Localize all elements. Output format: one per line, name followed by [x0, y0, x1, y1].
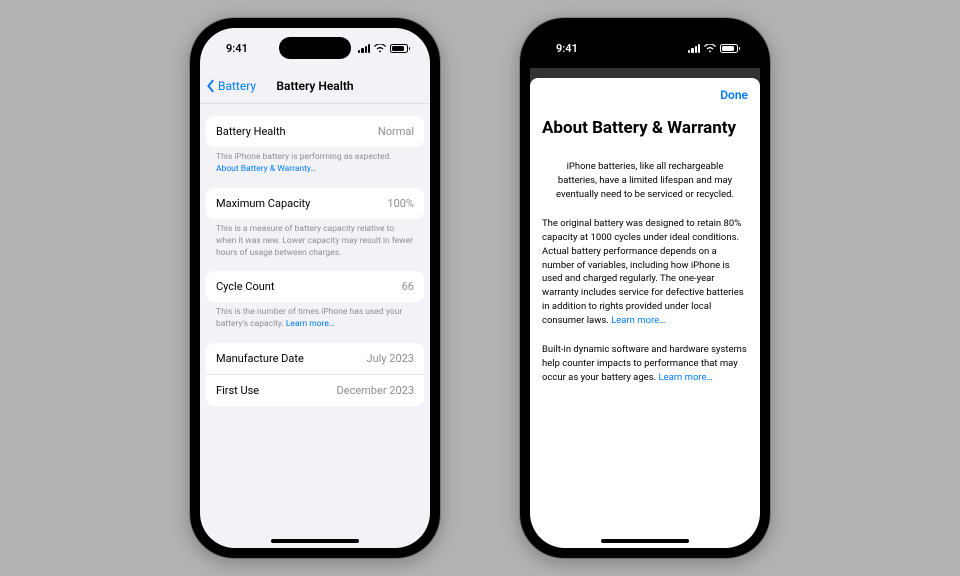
back-label: Battery — [218, 79, 256, 93]
chevron-left-icon — [206, 79, 216, 93]
row-battery-health[interactable]: Battery Health Normal — [206, 116, 424, 147]
group-max-capacity: Maximum Capacity 100% — [206, 188, 424, 219]
row-cycle-count[interactable]: Cycle Count 66 — [206, 271, 424, 302]
done-button[interactable]: Done — [720, 88, 748, 102]
row-label: Cycle Count — [216, 280, 274, 293]
row-value: 66 — [402, 280, 414, 293]
group-dates: Manufacture Date July 2023 First Use Dec… — [206, 343, 424, 406]
nav-title: Battery Health — [276, 79, 353, 93]
wifi-icon — [704, 44, 716, 53]
footer-max-capacity: This is a measure of battery capacity re… — [206, 219, 424, 260]
dynamic-island — [279, 37, 351, 59]
row-label: First Use — [216, 384, 259, 397]
learn-more-link-2[interactable]: Learn more… — [658, 372, 712, 383]
phone-about-sheet: 9:41 Done About Battery & Warranty iPhon… — [520, 18, 770, 558]
battery-icon — [390, 44, 408, 53]
sheet-intro: iPhone batteries, like all rechargeable … — [542, 160, 748, 201]
status-time: 9:41 — [556, 42, 578, 55]
row-value: 100% — [387, 197, 414, 210]
phone-battery-health: 9:41 Battery Battery Health Battery Heal… — [190, 18, 440, 558]
battery-icon — [720, 44, 738, 53]
footer-battery-health: This iPhone battery is performing as exp… — [206, 147, 424, 176]
row-value: December 2023 — [337, 384, 414, 397]
cycle-learn-more-link[interactable]: Learn more… — [286, 319, 335, 329]
footer-cycle-count: This is the number of times iPhone has u… — [206, 302, 424, 331]
sheet-paragraph-2: Built-in dynamic software and hardware s… — [542, 343, 748, 384]
about-battery-warranty-link[interactable]: About Battery & Warranty… — [216, 164, 316, 174]
learn-more-link-1[interactable]: Learn more… — [611, 315, 665, 326]
home-indicator — [271, 539, 359, 543]
row-label: Maximum Capacity — [216, 197, 310, 210]
row-first-use[interactable]: First Use December 2023 — [206, 374, 424, 406]
status-time: 9:41 — [226, 42, 248, 55]
cellular-icon — [358, 44, 370, 53]
row-max-capacity[interactable]: Maximum Capacity 100% — [206, 188, 424, 219]
about-sheet: Done About Battery & Warranty iPhone bat… — [530, 78, 760, 548]
row-value: Normal — [378, 125, 414, 138]
group-cycle-count: Cycle Count 66 — [206, 271, 424, 302]
back-button[interactable]: Battery — [206, 68, 256, 103]
cellular-icon — [688, 44, 700, 53]
sheet-title: About Battery & Warranty — [542, 118, 748, 138]
sheet-paragraph-1: The original battery was designed to ret… — [542, 217, 748, 327]
wifi-icon — [374, 44, 386, 53]
row-label: Battery Health — [216, 125, 286, 138]
nav-bar: Battery Battery Health — [200, 68, 430, 104]
home-indicator — [601, 539, 689, 543]
row-manufacture-date[interactable]: Manufacture Date July 2023 — [206, 343, 424, 374]
settings-content: Battery Health Normal This iPhone batter… — [200, 104, 430, 548]
group-battery-health: Battery Health Normal — [206, 116, 424, 147]
row-value: July 2023 — [367, 352, 414, 365]
dynamic-island — [609, 37, 681, 59]
row-label: Manufacture Date — [216, 352, 304, 365]
